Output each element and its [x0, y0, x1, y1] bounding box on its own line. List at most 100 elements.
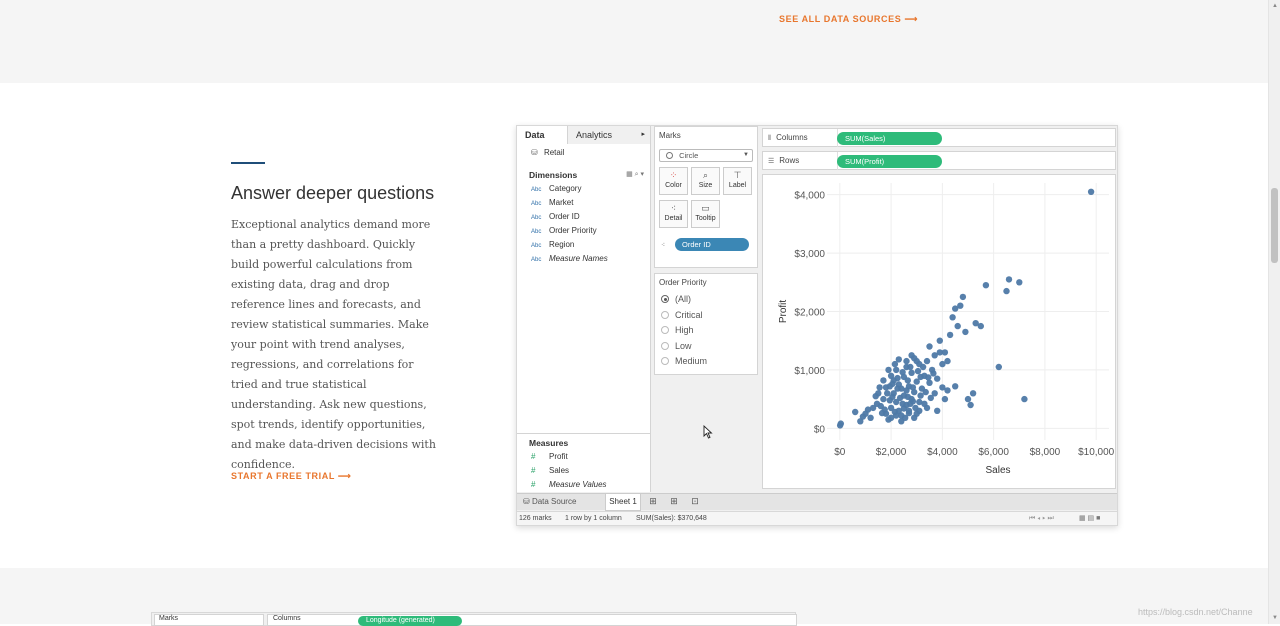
- measure-field[interactable]: # Profit: [517, 450, 651, 464]
- page-scrollbar[interactable]: ▲ ▼: [1268, 0, 1280, 624]
- columns-shelf: ⦀ Columns SUM(Sales): [762, 128, 1116, 147]
- see-all-data-sources-link[interactable]: SEE ALL DATA SOURCES ⟶: [779, 14, 918, 25]
- string-type-icon: Abc: [531, 257, 542, 263]
- data-point: [911, 414, 918, 421]
- data-point: [934, 375, 941, 382]
- view-toggle-icon[interactable]: ▦ ▤ ■: [1079, 512, 1100, 525]
- radio-icon[interactable]: [661, 326, 669, 334]
- sum-sales-pill[interactable]: SUM(Sales): [837, 132, 942, 145]
- data-point: [894, 374, 901, 382]
- columns-shelf-label: ⦀ Columns: [768, 129, 838, 147]
- data-point: [1016, 279, 1023, 286]
- tab-data[interactable]: Data: [517, 126, 567, 144]
- dimension-field[interactable]: Abc Order ID: [517, 210, 650, 224]
- field-name: Measure Values: [549, 480, 607, 489]
- data-source-item[interactable]: ⛁ Retail: [517, 144, 650, 162]
- y-tick-label: $2,000: [794, 308, 825, 319]
- detail-button[interactable]: ⁖ Detail: [659, 200, 688, 228]
- sum-profit-pill[interactable]: SUM(Profit): [837, 155, 942, 168]
- data-point: [904, 393, 911, 400]
- scroll-thumb[interactable]: [1271, 188, 1278, 263]
- data-point: [1021, 395, 1028, 403]
- marks-title: Marks: [659, 131, 681, 140]
- data-point: [908, 369, 915, 376]
- field-name: Region: [549, 240, 575, 249]
- filter-option[interactable]: Low: [659, 339, 753, 355]
- dimension-field[interactable]: Abc Region: [517, 238, 650, 252]
- data-point: [930, 370, 937, 377]
- data-point: [894, 385, 901, 392]
- new-worksheet-icon[interactable]: ⊞: [646, 495, 660, 508]
- filter-options: (All) Critical High Low Medium: [659, 292, 753, 370]
- tab-analytics[interactable]: Analytics ▸: [567, 126, 650, 144]
- x-tick-label: $2,000: [876, 447, 907, 458]
- measure-field[interactable]: # Sales: [517, 464, 651, 478]
- filter-option-label: Medium: [675, 356, 708, 366]
- data-point: [913, 357, 920, 365]
- new-dashboard-icon[interactable]: ⊞: [667, 495, 681, 508]
- data-point: [914, 367, 922, 375]
- data-source-tab[interactable]: ⛁ Data Source: [523, 494, 576, 510]
- data-point: [954, 322, 961, 330]
- scroll-down-icon[interactable]: ▼: [1271, 614, 1279, 622]
- data-point: [959, 293, 967, 301]
- tab-menu-icon[interactable]: ▸: [641, 126, 645, 144]
- dimension-field[interactable]: Abc Category: [517, 182, 650, 196]
- data-point: [926, 343, 933, 350]
- filter-option[interactable]: High: [659, 323, 753, 339]
- dimension-field[interactable]: Abc Measure Names: [517, 252, 650, 266]
- filter-option[interactable]: (All): [659, 292, 753, 308]
- new-story-icon[interactable]: ⊡: [688, 495, 702, 508]
- dimensions-label: Dimensions: [529, 170, 578, 180]
- detail-label: Detail: [664, 215, 683, 222]
- radio-icon[interactable]: [661, 310, 669, 319]
- dimension-field[interactable]: Abc Order Priority: [517, 224, 650, 238]
- scroll-up-icon[interactable]: ▲: [1271, 2, 1279, 10]
- color-button[interactable]: ⁘ Color: [659, 167, 688, 195]
- tooltip-icon: ▭: [701, 203, 710, 213]
- mark-buttons-row-2: ⁖ Detail ▭ Tooltip: [659, 200, 753, 228]
- radio-icon[interactable]: [661, 295, 669, 303]
- size-button[interactable]: ⌕ Size: [691, 167, 720, 195]
- x-axis-title: Sales: [985, 465, 1010, 476]
- order-id-pill[interactable]: Order ID: [675, 238, 749, 251]
- data-point: [837, 420, 844, 427]
- label-button[interactable]: ⊤ Label: [723, 167, 752, 195]
- radio-icon[interactable]: [661, 357, 669, 365]
- measure-field[interactable]: # Measure Values: [517, 478, 651, 492]
- rows-shelf: ☰ Rows SUM(Profit): [762, 151, 1116, 170]
- field-name: Measure Names: [549, 254, 608, 263]
- y-tick-label: $0: [814, 424, 826, 435]
- measures-section: Measures # Profit # Sales # Measure Values: [517, 433, 651, 492]
- data-point: [876, 384, 883, 391]
- marks-count: 126 marks: [519, 515, 552, 522]
- label-label: Label: [728, 182, 747, 189]
- data-point: [969, 390, 977, 397]
- tooltip-button[interactable]: ▭ Tooltip: [691, 200, 720, 228]
- data-point: [878, 409, 886, 417]
- dimensions-tools-icon[interactable]: ▦ ⌕ ▾: [626, 168, 644, 182]
- radio-icon[interactable]: [661, 341, 669, 350]
- data-point: [885, 366, 892, 374]
- data-point: [1087, 188, 1095, 195]
- filter-option[interactable]: Critical: [659, 308, 753, 324]
- data-point: [925, 374, 932, 381]
- start-free-trial-link[interactable]: START A FREE TRIAL ⟶: [231, 471, 351, 482]
- filter-option[interactable]: Medium: [659, 354, 753, 370]
- color-icon: ⁘: [669, 170, 678, 180]
- data-point: [919, 363, 927, 371]
- mark-type-select[interactable]: Circle ▼: [659, 149, 753, 162]
- data-point: [936, 337, 943, 344]
- chevron-down-icon: ▼: [743, 152, 749, 158]
- data-point: [917, 373, 924, 381]
- x-tick-label: $0: [834, 447, 846, 458]
- tableau-workspace: Data Analytics ▸ ⛁ Retail Dimensions ▦ ⌕…: [516, 125, 1118, 526]
- sheet-tab-bar: ⛁ Data Source Sheet 1 ⊞ ⊞ ⊡: [517, 493, 1117, 511]
- y-axis-title: Profit: [778, 300, 789, 324]
- circle-icon: [666, 152, 673, 159]
- field-name: Order ID: [549, 212, 580, 221]
- sheet-1-tab[interactable]: Sheet 1: [605, 494, 641, 511]
- dimension-field[interactable]: Abc Market: [517, 196, 650, 210]
- number-type-icon: #: [531, 466, 536, 475]
- sheet-nav-icon[interactable]: ⏮ ◂ ▸ ⏭: [1029, 512, 1054, 525]
